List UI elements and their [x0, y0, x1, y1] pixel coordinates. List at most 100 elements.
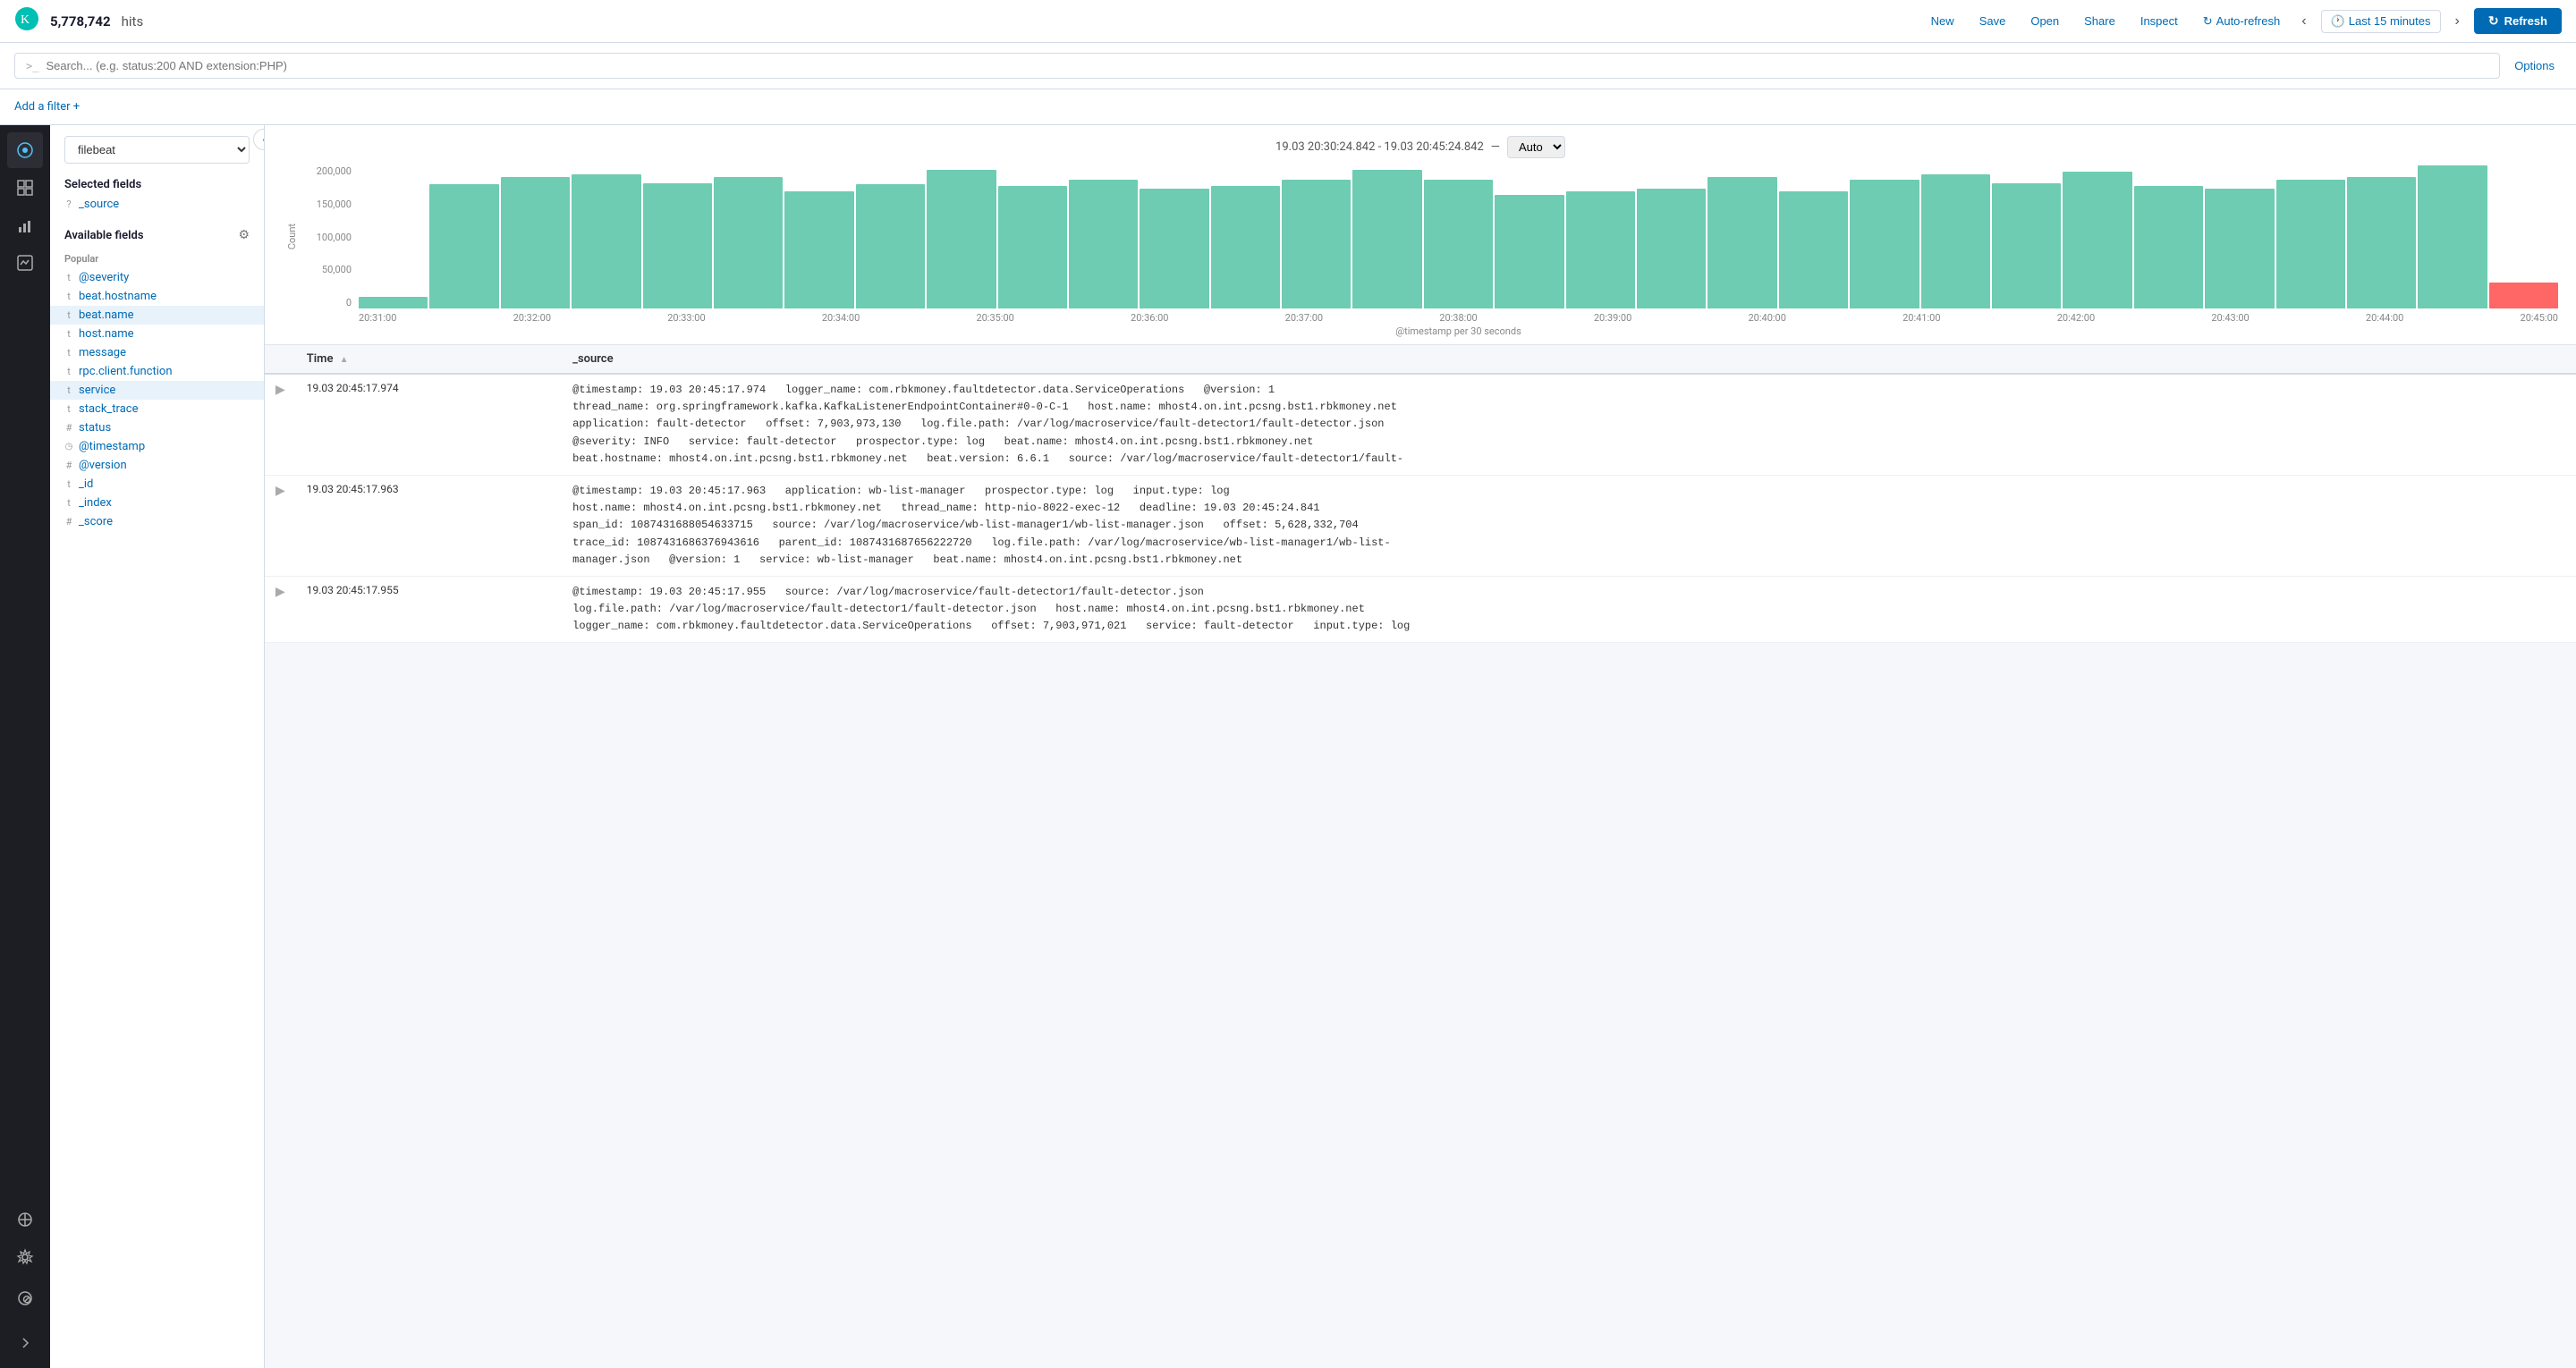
chart-bar-12[interactable] — [1211, 186, 1280, 308]
open-button[interactable]: Open — [2023, 11, 2066, 31]
field-host-name[interactable]: t host.name — [50, 325, 264, 343]
add-filter-link[interactable]: Add a filter + — [14, 100, 80, 114]
expand-cell-2: ▶ — [265, 475, 296, 576]
dashboard-nav-icon[interactable] — [7, 170, 43, 206]
chart-bar-11[interactable] — [1140, 189, 1208, 308]
hits-section: K 5,778,742 hits — [14, 6, 143, 37]
collapse-nav-icon[interactable] — [7, 1325, 43, 1361]
x-label-3: 20:33:00 — [667, 312, 705, 324]
chart-bar-27[interactable] — [2276, 180, 2345, 308]
chart-bar-10[interactable] — [1069, 180, 1138, 308]
field-beat-name[interactable]: t beat.name — [50, 306, 264, 325]
time-next-button[interactable]: › — [2452, 10, 2463, 33]
field-service[interactable]: t service — [50, 381, 264, 400]
chart-header: 19.03 20:30:24.842 - 19.03 20:45:24.842 … — [283, 136, 2558, 158]
available-fields-header: Available fields ⚙ — [50, 221, 264, 249]
share-button[interactable]: Share — [2077, 11, 2123, 31]
chart-bar-14[interactable] — [1352, 170, 1421, 308]
chart-bar-19[interactable] — [1707, 177, 1776, 308]
index-select[interactable]: filebeat — [64, 136, 250, 164]
chart-bar-23[interactable] — [1992, 183, 2061, 308]
field-message[interactable]: t message — [50, 343, 264, 362]
x-label-5: 20:35:00 — [976, 312, 1013, 324]
sort-icon: ▲ — [340, 355, 349, 365]
canvas-nav-icon[interactable] — [7, 245, 43, 281]
auto-refresh-button[interactable]: ↻ Auto-refresh — [2196, 11, 2287, 32]
chart-bar-7[interactable] — [856, 184, 925, 308]
chart-bar-16[interactable] — [1495, 195, 1563, 308]
time-prev-button[interactable]: ‹ — [2298, 10, 2309, 33]
selected-fields-label: Selected fields — [50, 171, 264, 195]
management-nav-icon[interactable] — [7, 1239, 43, 1275]
field-rpc-client-function[interactable]: t rpc.client.function — [50, 362, 264, 381]
expand-button-3[interactable]: ▶ — [275, 584, 285, 599]
x-label-10: 20:40:00 — [1748, 312, 1785, 324]
x-label-4: 20:34:00 — [822, 312, 860, 324]
field-status[interactable]: # status — [50, 418, 264, 437]
field-id[interactable]: t _id — [50, 475, 264, 494]
chart-bar-18[interactable] — [1637, 189, 1706, 308]
gear-icon[interactable]: ⚙ — [238, 228, 250, 242]
chart-bar-20[interactable] — [1779, 191, 1848, 308]
field-index[interactable]: t _index — [50, 494, 264, 512]
inspect-button[interactable]: Inspect — [2133, 11, 2185, 31]
chart-bar-8[interactable] — [927, 170, 996, 308]
main-content: 19.03 20:30:24.842 - 19.03 20:45:24.842 … — [265, 125, 2576, 1368]
chart-bar-17[interactable] — [1566, 191, 1635, 308]
chart-bar-26[interactable] — [2205, 189, 2274, 308]
chart-bar-3[interactable] — [572, 174, 640, 308]
chart-bar-15[interactable] — [1424, 180, 1493, 308]
new-button[interactable]: New — [1924, 11, 1962, 31]
chart-bar-28[interactable] — [2347, 177, 2416, 308]
chart-bar-5[interactable] — [714, 177, 783, 308]
time-col-header[interactable]: Time ▲ — [296, 345, 562, 374]
security-nav-icon[interactable]: ⊘ — [7, 1280, 43, 1316]
refresh-button[interactable]: ↻ Refresh — [2474, 8, 2562, 34]
x-label-11: 20:41:00 — [1902, 312, 1940, 324]
expand-button-1[interactable]: ▶ — [275, 382, 285, 397]
chart-bar-21[interactable] — [1850, 180, 1919, 308]
chart-bar-30[interactable] — [2489, 283, 2558, 308]
field-score[interactable]: # _score — [50, 512, 264, 531]
y-label-200k: 200,000 — [301, 165, 352, 177]
chart-bar-25[interactable] — [2134, 186, 2203, 308]
x-label-15: 20:45:00 — [2521, 312, 2558, 324]
hits-count: 5,778,742 — [50, 13, 111, 30]
field-version[interactable]: # @version — [50, 456, 264, 475]
chart-bar-2[interactable] — [501, 177, 570, 308]
chart-bar-24[interactable] — [2063, 172, 2131, 308]
selected-field-source[interactable]: ? _source — [50, 195, 264, 214]
visualize-nav-icon[interactable] — [7, 207, 43, 243]
chart-bar-13[interactable] — [1282, 180, 1351, 308]
time-range-button[interactable]: 🕐 Last 15 minutes — [2321, 10, 2441, 33]
discover-nav-icon[interactable] — [7, 132, 43, 168]
y-label-50k: 50,000 — [301, 264, 352, 275]
chart-bar-1[interactable] — [429, 184, 498, 308]
y-label-150k: 150,000 — [301, 198, 352, 210]
search-input[interactable] — [46, 59, 2488, 72]
source-cell-1: @timestamp: 19.03 20:45:17.974 logger_na… — [562, 374, 2576, 475]
options-button[interactable]: Options — [2507, 55, 2562, 76]
refresh-spin-icon: ↻ — [2488, 13, 2499, 29]
chart-with-axes: Count 200,000 150,000 100,000 50,000 0 — [283, 165, 2558, 308]
expand-button-2[interactable]: ▶ — [275, 483, 285, 498]
field-beat-hostname[interactable]: t beat.hostname — [50, 287, 264, 306]
expand-cell-1: ▶ — [265, 374, 296, 475]
source-cell-2: @timestamp: 19.03 20:45:17.963 applicati… — [562, 475, 2576, 576]
save-button[interactable]: Save — [1972, 11, 2013, 31]
results-table: Time ▲ _source ▶ 19.03 20:45:17.974 @tim… — [265, 345, 2576, 643]
dev-tools-nav-icon[interactable] — [7, 1202, 43, 1237]
chart-bar-29[interactable] — [2418, 165, 2487, 308]
chart-bar-22[interactable] — [1921, 174, 1990, 308]
field-severity[interactable]: t @severity — [50, 268, 264, 287]
chart-bar-4[interactable] — [643, 183, 712, 308]
source-col-header[interactable]: _source — [562, 345, 2576, 374]
auto-select[interactable]: Auto — [1507, 136, 1565, 158]
table-row: ▶ 19.03 20:45:17.955 @timestamp: 19.03 2… — [265, 576, 2576, 643]
chart-bar-0[interactable] — [359, 297, 428, 308]
chart-bar-6[interactable] — [784, 191, 853, 308]
field-stack-trace[interactable]: t stack_trace — [50, 400, 264, 418]
chart-bar-9[interactable] — [998, 186, 1067, 308]
field-timestamp[interactable]: ◷ @timestamp — [50, 437, 264, 456]
chart-bars-area — [359, 165, 2558, 308]
